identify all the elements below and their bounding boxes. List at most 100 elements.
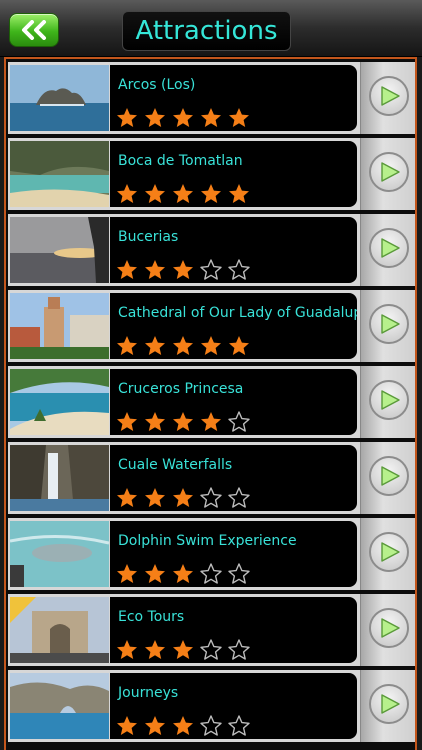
- attraction-row[interactable]: Eco Tours: [8, 594, 415, 666]
- star-filled-icon: [200, 411, 222, 433]
- star-rating: [116, 335, 256, 357]
- open-attraction-button[interactable]: [360, 62, 415, 134]
- star-filled-icon: [116, 259, 138, 281]
- play-arrow-icon: [381, 542, 400, 562]
- attraction-thumbnail: [10, 597, 109, 663]
- attraction-row[interactable]: Cuale Waterfalls: [8, 442, 415, 514]
- star-filled-icon: [116, 183, 138, 205]
- star-filled-icon: [200, 335, 222, 357]
- star-empty-icon: [228, 411, 250, 433]
- open-attraction-button[interactable]: [360, 670, 415, 742]
- attraction-info: Bucerias: [110, 217, 357, 283]
- star-empty-icon: [228, 639, 250, 661]
- attractions-list-frame: Arcos (Los) Boca de Tomatlan Bucerias Cathe…: [4, 57, 417, 750]
- attraction-row[interactable]: Journeys: [8, 670, 415, 742]
- attraction-info: Journeys: [110, 673, 357, 739]
- attraction-info: Dolphin Swim Experience: [110, 521, 357, 587]
- star-filled-icon: [144, 183, 166, 205]
- star-filled-icon: [172, 639, 194, 661]
- star-empty-icon: [228, 563, 250, 585]
- play-arrow-icon: [381, 162, 400, 182]
- star-filled-icon: [172, 335, 194, 357]
- star-empty-icon: [200, 715, 222, 737]
- star-empty-icon: [200, 259, 222, 281]
- attractions-list[interactable]: Arcos (Los) Boca de Tomatlan Bucerias Cathe…: [8, 62, 415, 746]
- open-attraction-button[interactable]: [360, 442, 415, 514]
- open-attraction-button[interactable]: [360, 594, 415, 666]
- attraction-name: Cuale Waterfalls: [118, 457, 233, 473]
- attraction-name: Arcos (Los): [118, 77, 196, 93]
- star-filled-icon: [228, 335, 250, 357]
- attraction-row[interactable]: Cruceros Princesa: [8, 366, 415, 438]
- play-arrow-icon: [381, 238, 400, 258]
- play-arrow-icon: [381, 314, 400, 334]
- star-filled-icon: [116, 563, 138, 585]
- attraction-row[interactable]: Dolphin Swim Experience: [8, 518, 415, 590]
- attraction-thumbnail: [10, 217, 109, 283]
- attraction-thumbnail: [10, 521, 109, 587]
- star-rating: [116, 487, 256, 509]
- attraction-info: Boca de Tomatlan: [110, 141, 357, 207]
- play-arrow-icon: [381, 618, 400, 638]
- star-empty-icon: [200, 639, 222, 661]
- star-empty-icon: [200, 487, 222, 509]
- star-filled-icon: [144, 563, 166, 585]
- star-filled-icon: [116, 411, 138, 433]
- attraction-info: Cruceros Princesa: [110, 369, 357, 435]
- attraction-info: Cuale Waterfalls: [110, 445, 357, 511]
- attraction-row[interactable]: Boca de Tomatlan: [8, 138, 415, 210]
- attraction-info: Eco Tours: [110, 597, 357, 663]
- star-filled-icon: [144, 107, 166, 129]
- attraction-name: Bucerias: [118, 229, 179, 245]
- attraction-row[interactable]: Arcos (Los): [8, 62, 415, 134]
- attraction-thumbnail: [10, 445, 109, 511]
- play-arrow-icon: [381, 694, 400, 714]
- star-filled-icon: [144, 487, 166, 509]
- star-filled-icon: [144, 259, 166, 281]
- attraction-thumbnail: [10, 65, 109, 131]
- star-filled-icon: [116, 335, 138, 357]
- attraction-row[interactable]: Bucerias: [8, 214, 415, 286]
- star-filled-icon: [144, 639, 166, 661]
- attraction-thumbnail: [10, 141, 109, 207]
- open-attraction-button[interactable]: [360, 366, 415, 438]
- star-empty-icon: [228, 487, 250, 509]
- attraction-thumbnail: [10, 369, 109, 435]
- star-empty-icon: [228, 259, 250, 281]
- back-button[interactable]: [9, 13, 59, 47]
- star-filled-icon: [172, 107, 194, 129]
- open-attraction-button[interactable]: [360, 518, 415, 590]
- star-empty-icon: [228, 715, 250, 737]
- star-filled-icon: [116, 107, 138, 129]
- attraction-thumbnail: [10, 673, 109, 739]
- attraction-name: Cruceros Princesa: [118, 381, 244, 397]
- open-attraction-button[interactable]: [360, 214, 415, 286]
- page-title: Attractions: [122, 11, 291, 51]
- open-attraction-button[interactable]: [360, 290, 415, 362]
- star-filled-icon: [172, 715, 194, 737]
- attraction-name: Eco Tours: [118, 609, 185, 625]
- star-empty-icon: [200, 563, 222, 585]
- star-rating: [116, 259, 256, 281]
- attraction-name: Cathedral of Our Lady of Guadalupe: [118, 305, 357, 321]
- star-rating: [116, 715, 256, 737]
- attraction-name: Boca de Tomatlan: [118, 153, 243, 169]
- attraction-row[interactable]: Cathedral of Our Lady of Guadalupe: [8, 290, 415, 362]
- play-arrow-icon: [381, 466, 400, 486]
- star-filled-icon: [172, 411, 194, 433]
- star-rating: [116, 411, 256, 433]
- star-filled-icon: [172, 563, 194, 585]
- double-chevron-left-icon: [22, 20, 46, 40]
- attraction-name: Journeys: [118, 685, 179, 701]
- attraction-name: Dolphin Swim Experience: [118, 533, 297, 549]
- star-rating: [116, 107, 256, 129]
- open-attraction-button[interactable]: [360, 138, 415, 210]
- star-filled-icon: [116, 639, 138, 661]
- star-filled-icon: [172, 183, 194, 205]
- play-arrow-icon: [381, 86, 400, 106]
- star-filled-icon: [228, 183, 250, 205]
- star-filled-icon: [144, 411, 166, 433]
- attraction-info: Arcos (Los): [110, 65, 357, 131]
- star-filled-icon: [172, 259, 194, 281]
- star-filled-icon: [228, 107, 250, 129]
